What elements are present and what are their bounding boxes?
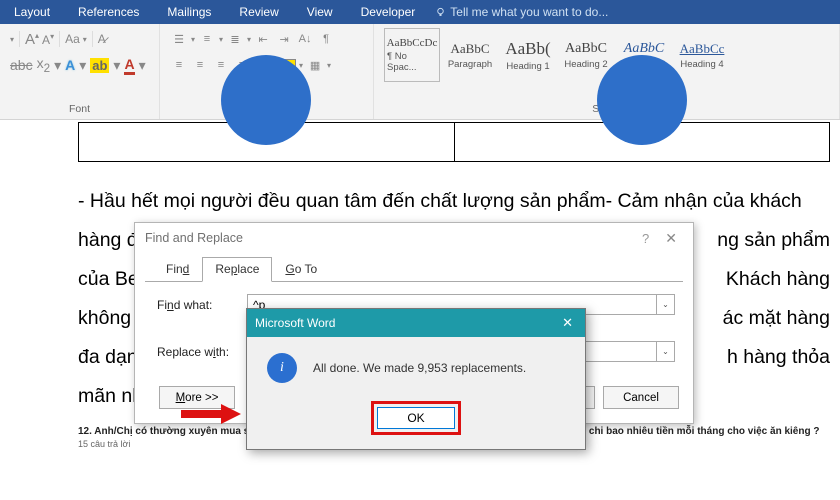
tab-replace[interactable]: Replace xyxy=(202,257,272,282)
borders-icon[interactable]: ▦ xyxy=(306,56,324,74)
show-marks-icon[interactable]: ¶ xyxy=(317,30,335,48)
doc-line: ng sản phẩm xyxy=(717,221,830,260)
multilevel-icon[interactable]: ≣ xyxy=(226,30,244,48)
blue-circle-shape xyxy=(221,55,311,145)
ribbon: ▾ A▴ A▾ Aa▾ A̷ abc x2▾ A▾ ab▾ A▾ Font ☰▾ xyxy=(0,24,840,120)
document-table xyxy=(78,122,830,162)
help-button[interactable]: ? xyxy=(632,231,659,246)
subscript-icon[interactable]: x2 xyxy=(37,55,50,75)
font-row-2: abc x2▾ A▾ ab▾ A▾ xyxy=(10,54,149,76)
tab-view[interactable]: View xyxy=(293,0,347,24)
group-font: ▾ A▴ A▾ Aa▾ A̷ abc x2▾ A▾ ab▾ A▾ Font xyxy=(0,24,160,119)
change-case-icon[interactable]: Aa xyxy=(65,32,80,46)
font-row-1: ▾ A▴ A▾ Aa▾ A̷ xyxy=(10,28,149,50)
strikethrough-icon[interactable]: abc xyxy=(10,57,33,73)
tab-find[interactable]: Find xyxy=(153,257,202,282)
doc-line: - Hầu hết mọi người đều quan tâm đến chấ… xyxy=(78,190,802,212)
doc-line: hàng đ xyxy=(78,221,138,260)
close-button[interactable]: ✕ xyxy=(659,230,683,247)
cancel-button[interactable]: Cancel xyxy=(603,386,679,409)
tell-me-text: Tell me what you want to do... xyxy=(450,5,608,19)
numbering-icon[interactable]: ≡ xyxy=(198,30,216,48)
align-right-icon[interactable]: ≡ xyxy=(212,56,230,74)
bullets-icon[interactable]: ☰ xyxy=(170,30,188,48)
style-paragraph[interactable]: AaBbCParagraph xyxy=(442,28,498,82)
doc-line: không xyxy=(78,299,131,338)
tab-layout[interactable]: Layout xyxy=(0,0,64,24)
style-heading-1[interactable]: AaBb(Heading 1 xyxy=(500,28,556,82)
font-color-icon[interactable]: A xyxy=(124,56,134,75)
close-icon[interactable]: ✕ xyxy=(558,315,577,331)
ribbon-tabs: Layout References Mailings Review View D… xyxy=(0,0,840,24)
tab-goto[interactable]: Go To xyxy=(272,257,330,282)
style-no-spacing[interactable]: AaBbCcDc¶ No Spac... xyxy=(384,28,440,82)
message-text: All done. We made 9,953 replacements. xyxy=(313,361,526,375)
doc-line: h hàng thỏa xyxy=(727,338,830,377)
annotation-arrow-icon xyxy=(179,403,241,428)
tab-review[interactable]: Review xyxy=(225,0,292,24)
doc-line: ác mặt hàng xyxy=(723,299,830,338)
dialog-titlebar[interactable]: Find and Replace ? ✕ xyxy=(135,223,693,253)
font-drop-icon[interactable]: ▾ xyxy=(10,35,14,44)
replace-with-label: Replace with: xyxy=(157,345,247,359)
style-heading-4[interactable]: AaBbCcHeading 4 xyxy=(674,28,730,82)
clear-formatting-icon[interactable]: A̷ xyxy=(98,32,106,46)
lightbulb-icon xyxy=(435,7,446,18)
find-dropdown-icon[interactable]: ⌄ xyxy=(657,294,675,315)
replace-dropdown-icon[interactable]: ⌄ xyxy=(657,341,675,362)
ok-button[interactable]: OK xyxy=(377,407,455,429)
dialog-tabs: Find Replace Go To xyxy=(135,253,693,282)
doc-line: Khách hàng xyxy=(726,260,830,299)
doc-line: của Be xyxy=(78,260,139,299)
message-titlebar[interactable]: Microsoft Word ✕ xyxy=(247,309,585,337)
group-label-font: Font xyxy=(10,101,149,117)
align-center-icon[interactable]: ≡ xyxy=(191,56,209,74)
message-box: Microsoft Word ✕ i All done. We made 9,9… xyxy=(246,308,586,450)
dialog-title: Find and Replace xyxy=(145,231,243,245)
tab-references[interactable]: References xyxy=(64,0,153,24)
doc-line: đa dạn xyxy=(78,338,138,377)
align-left-icon[interactable]: ≡ xyxy=(170,56,188,74)
increase-indent-icon[interactable]: ⇥ xyxy=(275,30,293,48)
para-row-1: ☰▾ ≡▾ ≣▾ ⇤ ⇥ A↓ ¶ xyxy=(170,28,363,50)
highlight-icon[interactable]: ab xyxy=(90,58,109,73)
tell-me-search[interactable]: Tell me what you want to do... xyxy=(429,5,608,19)
tab-developer[interactable]: Developer xyxy=(347,0,430,24)
text-effects-icon[interactable]: A xyxy=(65,57,75,73)
find-what-label: Find what: xyxy=(157,298,247,312)
message-title: Microsoft Word xyxy=(255,316,335,330)
info-icon: i xyxy=(267,353,297,383)
grow-font-icon[interactable]: A▴ xyxy=(25,31,39,48)
shrink-font-icon[interactable]: A▾ xyxy=(42,32,54,47)
sort-icon[interactable]: A↓ xyxy=(296,30,314,48)
decrease-indent-icon[interactable]: ⇤ xyxy=(254,30,272,48)
tab-mailings[interactable]: Mailings xyxy=(153,0,225,24)
blue-circle-shape xyxy=(597,55,687,145)
annotation-highlight-box: OK xyxy=(371,401,461,435)
